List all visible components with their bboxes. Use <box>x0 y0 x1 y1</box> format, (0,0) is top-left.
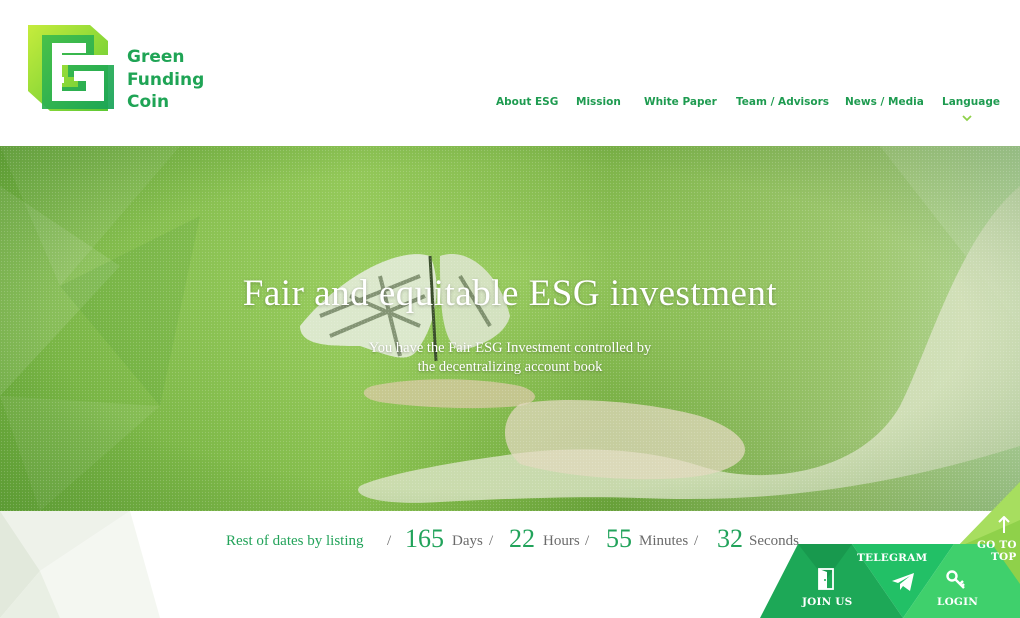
countdown-separator: / <box>489 533 494 549</box>
countdown-separator: / <box>585 533 590 549</box>
arrow-up-icon <box>998 516 1010 533</box>
key-icon <box>946 570 965 589</box>
login-label: LOGIN <box>937 596 979 608</box>
hero-image <box>0 146 1020 511</box>
header: Green Funding Coin About ESG Mission Whi… <box>0 0 1020 146</box>
countdown-separator: / <box>694 533 699 549</box>
go-to-top-label: GO TO <box>977 539 1017 551</box>
hero-title: Fair and equitable ESG investment <box>242 273 778 314</box>
brand-line: Funding <box>127 69 205 90</box>
chevron-down-icon[interactable] <box>962 114 972 122</box>
door-icon <box>818 568 834 590</box>
countdown-separator: / <box>387 533 392 549</box>
countdown-minutes-value: 55 <box>606 524 632 553</box>
countdown-label: Rest of dates by listing <box>226 533 364 549</box>
hero-subtitle-line: the decentralizing account book <box>417 359 603 375</box>
nav-white-paper[interactable]: White Paper <box>644 96 717 108</box>
hero-banner <box>0 146 1020 511</box>
brand-line: Green <box>127 47 185 67</box>
countdown-seconds-value: 32 <box>717 524 743 553</box>
nav-team-advisors[interactable]: Team / Advisors <box>736 96 829 108</box>
go-to-top-label: TOP <box>991 551 1017 563</box>
nav-about-esg[interactable]: About ESG <box>496 96 558 108</box>
floating-actions: JOIN US TELEGRAM LOGIN GO TO TOP <box>760 480 1020 618</box>
countdown-minutes-unit: Minutes <box>639 533 689 549</box>
main-nav: About ESG Mission White Paper Team / Adv… <box>0 96 1020 116</box>
countdown-hours-value: 22 <box>509 524 535 553</box>
join-us-label: JOIN US <box>802 596 853 608</box>
nav-news-media[interactable]: News / Media <box>845 96 924 108</box>
countdown-hours-unit: Hours <box>543 533 580 549</box>
hero-subtitle-line: You have the Fair ESG Investment control… <box>368 340 652 356</box>
countdown-days-unit: Days <box>452 533 483 549</box>
countdown-days-value: 165 <box>405 524 444 553</box>
go-to-top-button[interactable]: GO TO TOP <box>970 514 1020 574</box>
hero-subtitle: You have the Fair ESG Investment control… <box>0 339 1020 377</box>
nav-mission[interactable]: Mission <box>576 96 621 108</box>
nav-language[interactable]: Language <box>942 96 1000 108</box>
